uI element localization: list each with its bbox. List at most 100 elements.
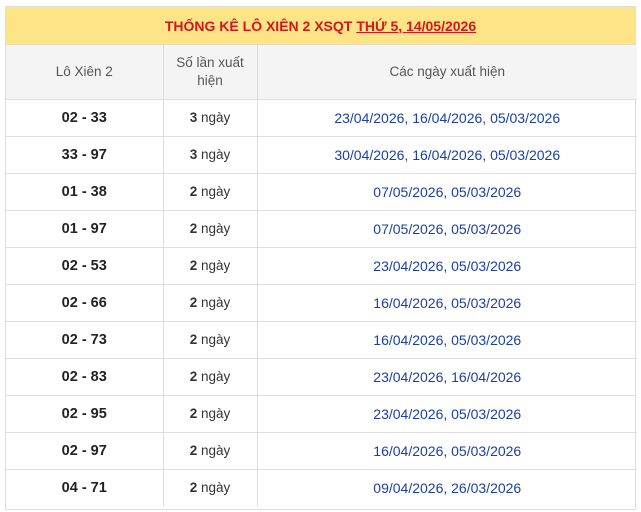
table-row: 02 - 66 2 ngày 16/04/2026, 05/03/2026 <box>6 284 637 322</box>
table-header-row: Lô Xiên 2 Số lần xuất hiện Các ngày xuất… <box>6 45 637 100</box>
date-link[interactable]: 05/03/2026 <box>451 332 521 348</box>
table-row: 02 - 53 2 ngày 23/04/2026, 05/03/2026 <box>6 247 637 285</box>
count-unit: ngày <box>201 443 231 458</box>
date-link[interactable]: 07/05/2026 <box>373 184 443 200</box>
count-cell: 2 ngày <box>163 173 258 211</box>
title-date-link[interactable]: THỨ 5, 14/05/2026 <box>356 18 476 34</box>
count-cell: 2 ngày <box>163 210 258 248</box>
pair-cell: 02 - 53 <box>6 247 164 285</box>
table-title: THỐNG KÊ LÔ XIÊN 2 XSQT THỨ 5, 14/05/202… <box>6 7 635 45</box>
pair-cell: 02 - 33 <box>6 99 164 137</box>
date-link[interactable]: 23/04/2026 <box>373 369 443 385</box>
dates-cell: 23/04/2026, 05/03/2026 <box>257 247 637 285</box>
date-link[interactable]: 05/03/2026 <box>451 406 521 422</box>
date-link[interactable]: 05/03/2026 <box>490 110 560 126</box>
date-link[interactable]: 09/04/2026 <box>373 480 443 496</box>
table-row: 01 - 97 2 ngày 07/05/2026, 05/03/2026 <box>6 210 637 248</box>
count-unit: ngày <box>201 221 231 236</box>
table-row: 02 - 97 2 ngày 16/04/2026, 05/03/2026 <box>6 432 637 470</box>
dates-cell: 07/05/2026, 05/03/2026 <box>257 210 637 248</box>
lo-xien-table: Lô Xiên 2 Số lần xuất hiện Các ngày xuất… <box>6 45 637 506</box>
count-number: 3 <box>189 147 198 162</box>
pair-cell: 02 - 95 <box>6 395 164 433</box>
count-unit: ngày <box>201 184 231 199</box>
count-unit: ngày <box>201 369 231 384</box>
date-link[interactable]: 23/04/2026 <box>373 258 443 274</box>
table-title-text: THỐNG KÊ LÔ XIÊN 2 XSQT <box>164 17 353 34</box>
count-number: 2 <box>189 406 198 421</box>
count-cell: 2 ngày <box>163 469 258 506</box>
pair-cell: 33 - 97 <box>6 136 164 174</box>
date-link[interactable]: 23/04/2026 <box>373 406 443 422</box>
date-link[interactable]: 05/03/2026 <box>490 147 560 163</box>
count-cell: 2 ngày <box>163 284 258 322</box>
count-number: 3 <box>189 110 198 125</box>
date-link[interactable]: 26/03/2026 <box>451 480 521 496</box>
count-cell: 2 ngày <box>163 321 258 359</box>
date-link[interactable]: 16/04/2026 <box>373 443 443 459</box>
date-link[interactable]: 16/04/2026 <box>373 332 443 348</box>
count-number: 2 <box>189 295 198 310</box>
count-cell: 2 ngày <box>163 247 258 285</box>
count-number: 2 <box>189 369 198 384</box>
count-unit: ngày <box>201 110 231 125</box>
count-unit: ngày <box>201 480 231 496</box>
date-link[interactable]: 07/05/2026 <box>373 221 443 237</box>
dates-cell: 30/04/2026, 16/04/2026, 05/03/2026 <box>257 136 637 174</box>
table-row: 02 - 95 2 ngày 23/04/2026, 05/03/2026 <box>6 395 637 433</box>
dates-cell: 16/04/2026, 05/03/2026 <box>257 432 637 470</box>
pair-cell: 01 - 97 <box>6 210 164 248</box>
date-link[interactable]: 23/04/2026 <box>334 110 404 126</box>
pair-cell: 01 - 38 <box>6 173 164 211</box>
date-link[interactable]: 05/03/2026 <box>451 258 521 274</box>
dates-cell: 23/04/2026, 16/04/2026 <box>257 358 637 396</box>
count-cell: 2 ngày <box>163 432 258 470</box>
dates-cell: 16/04/2026, 05/03/2026 <box>257 284 637 322</box>
dates-cell: 07/05/2026, 05/03/2026 <box>257 173 637 211</box>
count-cell: 3 ngày <box>163 99 258 137</box>
date-link[interactable]: 05/03/2026 <box>451 221 521 237</box>
date-link[interactable]: 16/04/2026 <box>373 295 443 311</box>
date-link[interactable]: 16/04/2026 <box>412 110 482 126</box>
date-link[interactable]: 05/03/2026 <box>451 443 521 459</box>
dates-cell: 23/04/2026, 16/04/2026, 05/03/2026 <box>257 99 637 137</box>
count-number: 2 <box>189 443 198 458</box>
count-number: 2 <box>189 184 198 199</box>
table-row: 02 - 33 3 ngày 23/04/2026, 16/04/2026, 05/… <box>6 99 637 137</box>
count-number: 2 <box>189 221 198 236</box>
count-unit: ngày <box>201 295 231 310</box>
count-number: 2 <box>189 332 198 347</box>
count-unit: ngày <box>201 332 231 347</box>
pair-cell: 02 - 83 <box>6 358 164 396</box>
table-row: 33 - 97 3 ngày 30/04/2026, 16/04/2026, 05/… <box>6 136 637 174</box>
table-body: 02 - 33 3 ngày 23/04/2026, 16/04/2026, 05/… <box>6 99 637 506</box>
date-link[interactable]: 05/03/2026 <box>451 295 521 311</box>
header-pair: Lô Xiên 2 <box>6 45 164 100</box>
header-count: Số lần xuất hiện <box>163 45 258 100</box>
date-link[interactable]: 05/03/2026 <box>451 184 521 200</box>
table-row: 02 - 73 2 ngày 16/04/2026, 05/03/2026 <box>6 321 637 359</box>
count-cell: 3 ngày <box>163 136 258 174</box>
pair-cell: 04 - 71 <box>6 469 164 506</box>
count-unit: ngày <box>201 147 231 162</box>
dates-cell: 16/04/2026, 05/03/2026 <box>257 321 637 359</box>
count-cell: 2 ngày <box>163 395 258 433</box>
date-link[interactable]: 16/04/2026 <box>451 369 521 385</box>
date-link[interactable]: 30/04/2026 <box>334 147 404 163</box>
stats-table-container: THỐNG KÊ LÔ XIÊN 2 XSQT THỨ 5, 14/05/202… <box>5 6 637 510</box>
count-cell: 2 ngày <box>163 358 258 396</box>
dates-cell: 23/04/2026, 05/03/2026 <box>257 395 637 433</box>
pair-cell: 02 - 97 <box>6 432 164 470</box>
count-unit: ngày <box>201 406 231 421</box>
date-link[interactable]: 16/04/2026 <box>412 147 482 163</box>
header-dates: Các ngày xuất hiện <box>257 45 637 100</box>
pair-cell: 02 - 73 <box>6 321 164 359</box>
table-row: 02 - 83 2 ngày 23/04/2026, 16/04/2026 <box>6 358 637 396</box>
table-row: 04 - 71 2 ngày 09/04/2026, 26/03/2026 <box>6 469 637 506</box>
count-number: 2 <box>189 480 198 496</box>
count-unit: ngày <box>201 258 231 273</box>
table-row: 01 - 38 2 ngày 07/05/2026, 05/03/2026 <box>6 173 637 211</box>
pair-cell: 02 - 66 <box>6 284 164 322</box>
count-number: 2 <box>189 258 198 273</box>
dates-cell: 09/04/2026, 26/03/2026 <box>373 479 522 496</box>
